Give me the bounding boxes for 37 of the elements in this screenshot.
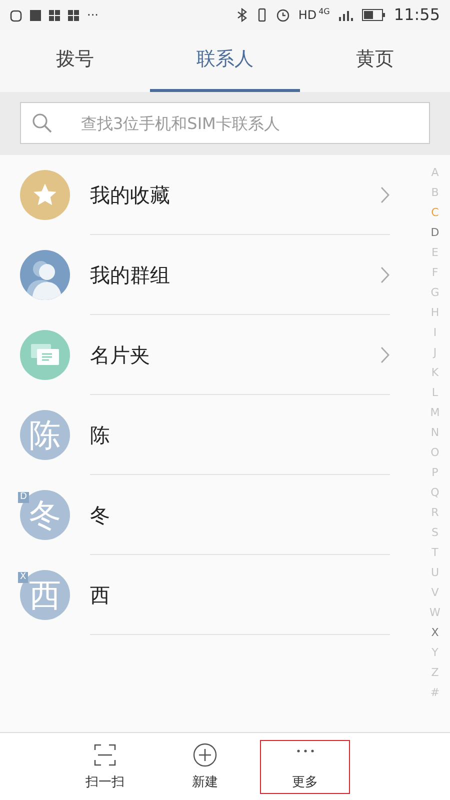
bluetooth-icon (236, 8, 248, 22)
index-letter[interactable]: C (420, 203, 450, 223)
more-icon (296, 748, 314, 752)
index-letter[interactable]: D (420, 223, 450, 243)
section-badge: D (18, 492, 29, 503)
contact-name[interactable]: 名片夹 (90, 340, 380, 370)
toolbar-button[interactable]: 扫一扫 (60, 740, 150, 794)
toolbar-button[interactable]: 更多 (260, 740, 350, 794)
contact-name[interactable]: 陈 (90, 420, 390, 450)
overflow-indicator: ··· (87, 7, 98, 24)
index-letter[interactable]: X (420, 623, 450, 643)
add-icon (193, 742, 217, 766)
chevron-icon (380, 266, 390, 284)
vibrate-icon (256, 8, 268, 22)
scan-icon (93, 742, 117, 766)
section-badge: X (18, 572, 28, 583)
search-icon (32, 113, 52, 133)
chevron-icon (380, 186, 390, 204)
chevron-icon (380, 346, 390, 364)
network-type-label: 4G (318, 6, 330, 18)
alarm-icon (276, 8, 290, 22)
tab[interactable]: 拨号 (0, 30, 150, 92)
network-label: HD (298, 7, 317, 24)
contact-name[interactable]: 西 (90, 580, 390, 610)
contact-name[interactable]: 我的收藏 (90, 180, 380, 210)
index-letter[interactable]: # (420, 683, 450, 703)
search-field[interactable]: 查找3位手机和SIM卡联系人 (20, 102, 430, 144)
battery-icon (362, 9, 386, 21)
contact-name[interactable]: 我的群组 (90, 260, 380, 290)
tab[interactable]: 黄页 (300, 30, 450, 92)
signal-icon (338, 9, 354, 21)
avatar-letter: 冬 (29, 499, 61, 531)
avatar-letter: 陈 (29, 419, 61, 451)
toolbar-button[interactable]: 新建 (160, 740, 250, 794)
contact-name[interactable]: 冬 (90, 500, 390, 530)
clock: 11:55 (394, 4, 440, 26)
avatar-letter: 西 (29, 579, 61, 611)
